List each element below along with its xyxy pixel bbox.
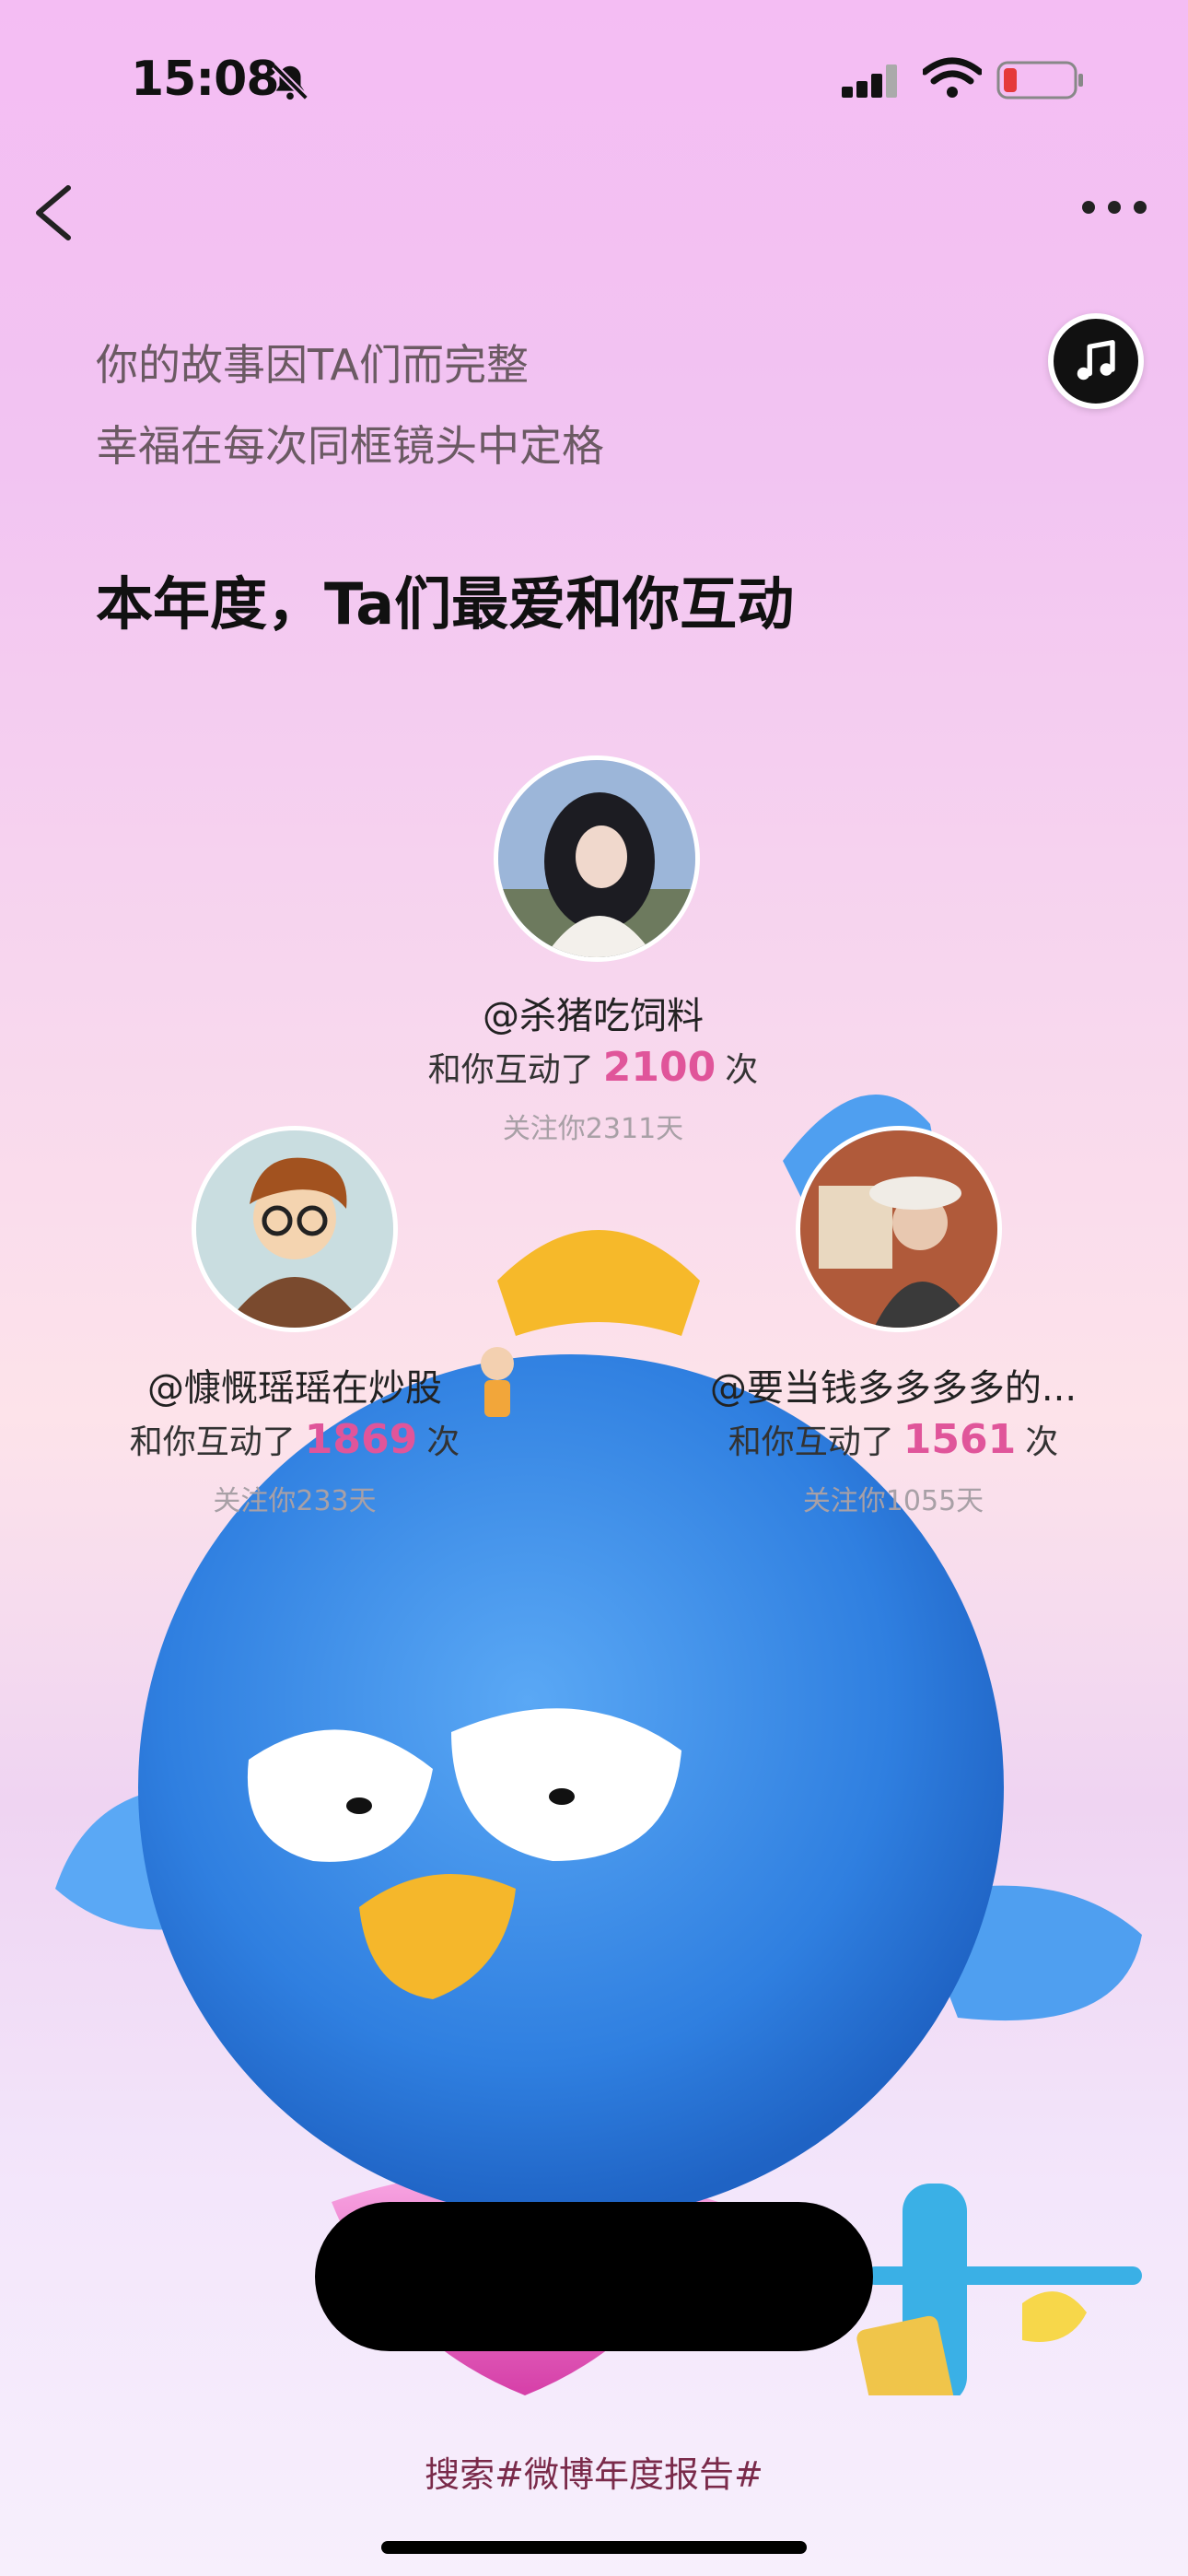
wifi-icon: [921, 57, 984, 103]
stat-prefix: 和你互动了: [129, 1423, 296, 1461]
interaction-count-3: 和你互动了 1561 次: [635, 1415, 1151, 1463]
count-value: 1561: [903, 1416, 1017, 1463]
action-button[interactable]: [315, 2202, 873, 2351]
intro-line-2: 幸福在每次同框镜头中定格: [96, 421, 604, 471]
user-avatar-1[interactable]: [494, 755, 700, 962]
music-icon: [1077, 340, 1115, 381]
interaction-count-1: 和你互动了 2100 次: [335, 1043, 851, 1091]
stat-suffix: 次: [725, 1051, 759, 1089]
stat-suffix: 次: [1025, 1423, 1059, 1461]
stat-prefix: 和你互动了: [728, 1423, 894, 1461]
status-time: 15:08: [131, 52, 280, 107]
user-name-1[interactable]: @杀猪吃饲料: [335, 986, 851, 1039]
follow-days-3: 关注你1055天: [802, 1485, 984, 1517]
user-avatar-2[interactable]: [192, 1126, 398, 1332]
back-icon: [36, 185, 71, 240]
count-value: 2100: [602, 1044, 716, 1091]
count-value: 1869: [304, 1416, 418, 1463]
stat-prefix: 和你互动了: [427, 1051, 594, 1089]
page-title: 本年度，Ta们最爱和你互动: [96, 570, 795, 638]
user-name-3[interactable]: @要当钱多多多多的...: [635, 1358, 1151, 1411]
more-icon: [1082, 201, 1147, 214]
interaction-count-2: 和你互动了 1869 次: [37, 1415, 553, 1463]
search-hashtag-link[interactable]: 搜索#微博年度报告#: [0, 2446, 1188, 2497]
signal-icon: [842, 61, 908, 101]
intro-line-1: 你的故事因TA们而完整: [96, 340, 529, 390]
battery-icon: [996, 59, 1085, 105]
stat-suffix: 次: [426, 1423, 460, 1461]
follow-days-2: 关注你233天: [213, 1485, 377, 1517]
user-avatar-3[interactable]: [796, 1126, 1002, 1332]
bell-slash-icon: [269, 61, 311, 107]
home-indicator: [381, 2541, 807, 2554]
follow-days-1: 关注你2311天: [502, 1113, 684, 1145]
music-button[interactable]: [1048, 313, 1144, 409]
back-button[interactable]: [28, 181, 83, 245]
user-name-2[interactable]: @慷慨瑶瑶在炒股: [37, 1358, 553, 1411]
more-button[interactable]: [1077, 193, 1151, 221]
